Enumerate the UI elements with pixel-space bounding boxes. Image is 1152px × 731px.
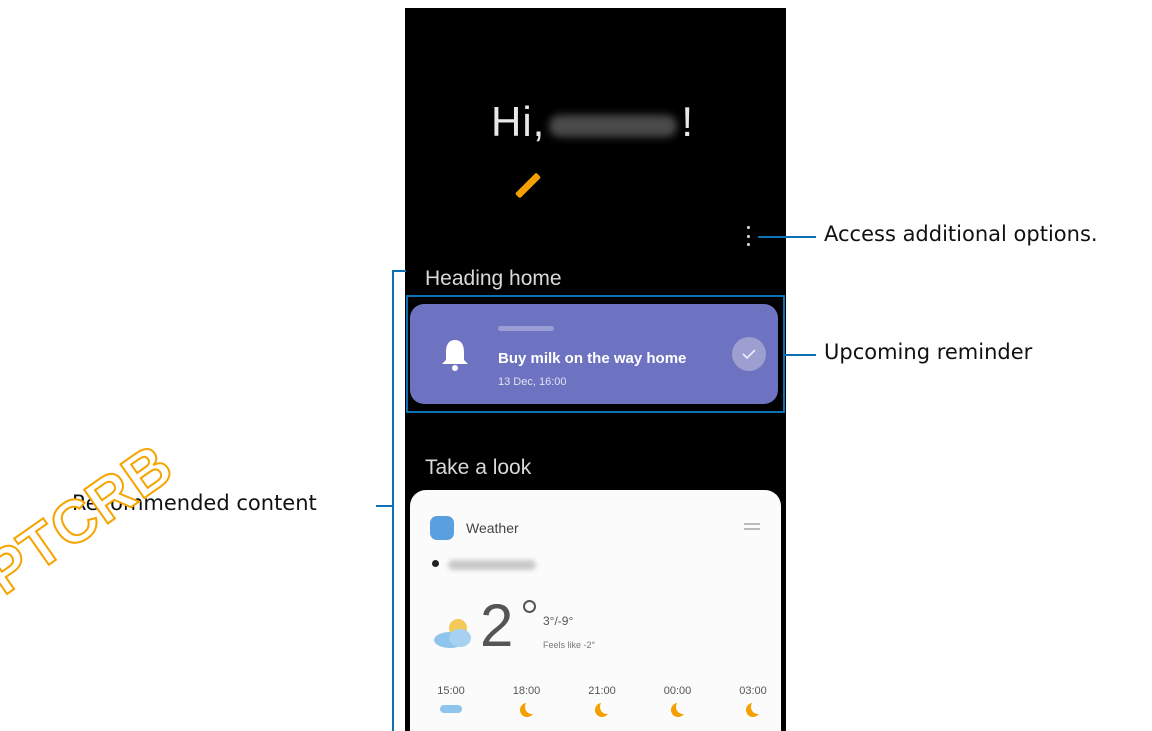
- hour-item: 15:00: [432, 685, 470, 717]
- hour-time: 21:00: [588, 685, 616, 697]
- moon-icon: [595, 700, 614, 717]
- callout-line-recommended: [376, 505, 392, 507]
- weather-app-icon: [430, 516, 454, 540]
- hour-time: 15:00: [437, 685, 465, 697]
- callout-bracket-recommended: [392, 270, 394, 731]
- blurred-user-name: [549, 114, 678, 137]
- degree-symbol: [523, 600, 536, 613]
- location-name-blurred: [448, 560, 536, 570]
- greeting: Hi,!: [491, 98, 694, 146]
- callout-line-reminder: [783, 354, 816, 356]
- hour-item: 00:00: [659, 685, 697, 717]
- greeting-suffix: !: [681, 98, 695, 145]
- more-options-button[interactable]: [743, 226, 753, 246]
- callout-options: Access additional options.: [824, 222, 1098, 246]
- location-pin-icon: [432, 560, 439, 567]
- weather-card[interactable]: Weather 2 3°/-9° Feels like -2° 15:00 18…: [410, 490, 781, 731]
- greeting-prefix: Hi,: [491, 98, 546, 145]
- assistant-logo-icon: [514, 172, 542, 199]
- weather-title: Weather: [466, 520, 519, 536]
- moon-icon: [746, 700, 765, 717]
- callout-box-reminder: [406, 295, 785, 413]
- hour-time: 03:00: [739, 685, 767, 697]
- hour-item: 21:00: [583, 685, 621, 717]
- callout-reminder: Upcoming reminder: [824, 340, 1033, 364]
- high-low-temperature: 3°/-9°: [543, 614, 574, 628]
- section-heading-home: Heading home: [425, 267, 562, 290]
- dot-icon: [746, 243, 750, 246]
- hour-time: 00:00: [663, 685, 692, 697]
- feels-like: Feels like -2°: [543, 640, 596, 650]
- moon-icon: [670, 700, 690, 717]
- current-temperature: 2: [480, 592, 514, 659]
- hour-item: 03:00: [734, 685, 772, 717]
- dot-icon: [746, 226, 750, 229]
- hourly-forecast: 15:00 18:00 21:00 00:00 03:00: [432, 685, 772, 717]
- cloud-icon: [440, 705, 462, 713]
- watermark: PTCRB: [0, 430, 186, 608]
- callout-line-options: [758, 236, 816, 238]
- callout-bracket-top: [392, 270, 406, 272]
- partly-cloudy-icon: [434, 619, 471, 648]
- dot-icon: [746, 234, 750, 238]
- section-heading-take-a-look: Take a look: [425, 456, 532, 479]
- hour-item: 18:00: [508, 685, 546, 717]
- hour-time: 18:00: [512, 685, 541, 697]
- card-menu-icon[interactable]: [744, 523, 760, 533]
- moon-icon: [519, 700, 539, 717]
